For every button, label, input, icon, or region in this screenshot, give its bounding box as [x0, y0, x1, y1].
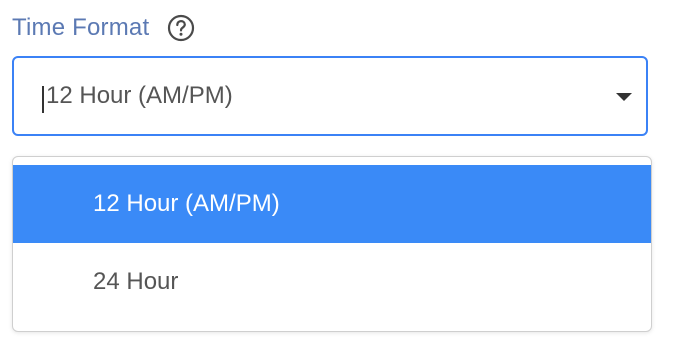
option-24-hour[interactable]: 24 Hour [13, 243, 651, 321]
select-current-value: 12 Hour (AM/PM) [46, 82, 233, 109]
text-cursor [42, 86, 44, 113]
time-format-select[interactable]: 12 Hour (AM/PM) [12, 56, 648, 136]
option-label: 24 Hour [93, 268, 179, 295]
time-format-options-menu: 12 Hour (AM/PM) 24 Hour [12, 156, 652, 332]
option-12-hour[interactable]: 12 Hour (AM/PM) [13, 165, 651, 243]
time-format-label: Time Format [12, 14, 150, 41]
question-circle-icon-graphic [168, 14, 195, 42]
option-label: 12 Hour (AM/PM) [93, 190, 280, 217]
question-circle-icon[interactable] [167, 14, 195, 42]
triangle-down-icon[interactable] [616, 93, 632, 101]
field-label-row: Time Format [12, 12, 195, 44]
